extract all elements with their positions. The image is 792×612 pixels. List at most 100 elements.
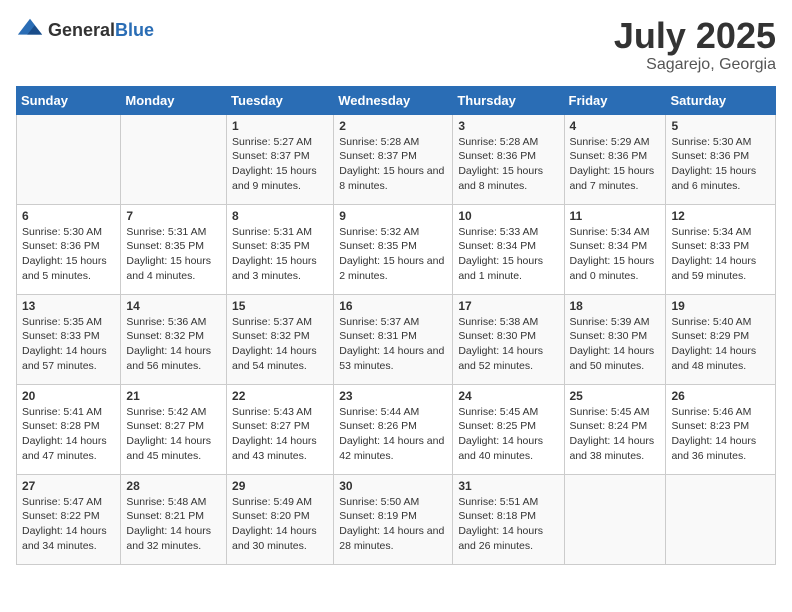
calendar-cell: 3 Sunrise: 5:28 AM Sunset: 8:36 PM Daylig… (453, 114, 564, 204)
day-number: 8 (232, 209, 328, 223)
day-info: Sunrise: 5:34 AM Sunset: 8:33 PM Dayligh… (671, 225, 770, 284)
day-number: 7 (126, 209, 221, 223)
day-number: 18 (570, 299, 661, 313)
header-day: Wednesday (334, 86, 453, 114)
calendar-cell: 16Sunrise: 5:37 AM Sunset: 8:31 PM Dayli… (334, 294, 453, 384)
logo-general: General (48, 20, 115, 40)
main-title: July 2025 (614, 16, 776, 56)
day-info: Sunrise: 5:36 AM Sunset: 8:32 PM Dayligh… (126, 315, 221, 374)
day-info: Sunrise: 5:46 AM Sunset: 8:23 PM Dayligh… (671, 405, 770, 464)
calendar-cell: 30 Sunrise: 5:50 AM Sunset: 8:19 PM Dayli… (334, 474, 453, 564)
day-info: Sunrise: 5:44 AM Sunset: 8:26 PM Dayligh… (339, 405, 447, 464)
day-info: Sunrise: 5:47 AM Sunset: 8:22 PM Dayligh… (22, 495, 115, 554)
logo-blue: Blue (115, 20, 154, 40)
day-info: Sunrise: 5:30 AM Sunset: 8:36 PM Dayligh… (22, 225, 115, 284)
header-day: Monday (121, 86, 227, 114)
calendar-cell: 21Sunrise: 5:42 AM Sunset: 8:27 PM Dayli… (121, 384, 227, 474)
sub-title: Sagarejo, Georgia (614, 56, 776, 74)
day-number: 19 (671, 299, 770, 313)
calendar-cell: 6 Sunrise: 5:30 AM Sunset: 8:36 PM Daylig… (17, 204, 121, 294)
calendar-cell: 31 Sunrise: 5:51 AM Sunset: 8:18 PM Dayli… (453, 474, 564, 564)
calendar-cell: 26Sunrise: 5:46 AM Sunset: 8:23 PM Dayli… (666, 384, 776, 474)
calendar-table: SundayMondayTuesdayWednesdayThursdayFrid… (16, 86, 776, 565)
header-day: Tuesday (227, 86, 334, 114)
day-number: 11 (570, 209, 661, 223)
day-number: 23 (339, 389, 447, 403)
header-day: Friday (564, 86, 666, 114)
day-info: Sunrise: 5:45 AM Sunset: 8:25 PM Dayligh… (458, 405, 558, 464)
day-info: Sunrise: 5:48 AM Sunset: 8:21 PM Dayligh… (126, 495, 221, 554)
day-info: Sunrise: 5:28 AM Sunset: 8:36 PM Dayligh… (458, 135, 558, 194)
calendar-cell: 14 Sunrise: 5:36 AM Sunset: 8:32 PM Dayli… (121, 294, 227, 384)
calendar-cell (666, 474, 776, 564)
day-info: Sunrise: 5:32 AM Sunset: 8:35 PM Dayligh… (339, 225, 447, 284)
day-info: Sunrise: 5:29 AM Sunset: 8:36 PM Dayligh… (570, 135, 661, 194)
calendar-week-row: 27 Sunrise: 5:47 AM Sunset: 8:22 PM Dayli… (17, 474, 776, 564)
calendar-cell: 7 Sunrise: 5:31 AM Sunset: 8:35 PM Daylig… (121, 204, 227, 294)
day-info: Sunrise: 5:33 AM Sunset: 8:34 PM Dayligh… (458, 225, 558, 284)
calendar-cell: 24 Sunrise: 5:45 AM Sunset: 8:25 PM Dayli… (453, 384, 564, 474)
day-number: 3 (458, 119, 558, 133)
day-info: Sunrise: 5:45 AM Sunset: 8:24 PM Dayligh… (570, 405, 661, 464)
calendar-cell: 13 Sunrise: 5:35 AM Sunset: 8:33 PM Dayli… (17, 294, 121, 384)
day-number: 29 (232, 479, 328, 493)
day-number: 30 (339, 479, 447, 493)
day-number: 31 (458, 479, 558, 493)
day-number: 9 (339, 209, 447, 223)
day-info: Sunrise: 5:37 AM Sunset: 8:32 PM Dayligh… (232, 315, 328, 374)
day-number: 28 (126, 479, 221, 493)
day-number: 27 (22, 479, 115, 493)
calendar-cell: 15 Sunrise: 5:37 AM Sunset: 8:32 PM Dayli… (227, 294, 334, 384)
day-number: 2 (339, 119, 447, 133)
day-number: 24 (458, 389, 558, 403)
calendar-week-row: 13 Sunrise: 5:35 AM Sunset: 8:33 PM Dayli… (17, 294, 776, 384)
day-number: 22 (232, 389, 328, 403)
day-info: Sunrise: 5:31 AM Sunset: 8:35 PM Dayligh… (232, 225, 328, 284)
day-info: Sunrise: 5:49 AM Sunset: 8:20 PM Dayligh… (232, 495, 328, 554)
day-info: Sunrise: 5:38 AM Sunset: 8:30 PM Dayligh… (458, 315, 558, 374)
logo: GeneralBlue (16, 16, 154, 44)
calendar-cell: 28 Sunrise: 5:48 AM Sunset: 8:21 PM Dayli… (121, 474, 227, 564)
calendar-cell: 22Sunrise: 5:43 AM Sunset: 8:27 PM Dayli… (227, 384, 334, 474)
calendar-cell: 19 Sunrise: 5:40 AM Sunset: 8:29 PM Dayli… (666, 294, 776, 384)
calendar-cell: 5Sunrise: 5:30 AM Sunset: 8:36 PM Daylig… (666, 114, 776, 204)
calendar-cell: 9 Sunrise: 5:32 AM Sunset: 8:35 PM Daylig… (334, 204, 453, 294)
calendar-cell: 18Sunrise: 5:39 AM Sunset: 8:30 PM Dayli… (564, 294, 666, 384)
day-info: Sunrise: 5:31 AM Sunset: 8:35 PM Dayligh… (126, 225, 221, 284)
day-number: 14 (126, 299, 221, 313)
day-info: Sunrise: 5:40 AM Sunset: 8:29 PM Dayligh… (671, 315, 770, 374)
day-number: 10 (458, 209, 558, 223)
day-number: 6 (22, 209, 115, 223)
calendar-cell: 1 Sunrise: 5:27 AM Sunset: 8:37 PM Daylig… (227, 114, 334, 204)
calendar-cell (564, 474, 666, 564)
header-day: Saturday (666, 86, 776, 114)
calendar-cell: 11Sunrise: 5:34 AM Sunset: 8:34 PM Dayli… (564, 204, 666, 294)
day-info: Sunrise: 5:30 AM Sunset: 8:36 PM Dayligh… (671, 135, 770, 194)
day-number: 12 (671, 209, 770, 223)
day-number: 15 (232, 299, 328, 313)
calendar-cell: 4Sunrise: 5:29 AM Sunset: 8:36 PM Daylig… (564, 114, 666, 204)
day-info: Sunrise: 5:51 AM Sunset: 8:18 PM Dayligh… (458, 495, 558, 554)
calendar-cell: 23 Sunrise: 5:44 AM Sunset: 8:26 PM Dayli… (334, 384, 453, 474)
day-number: 21 (126, 389, 221, 403)
calendar-week-row: 20Sunrise: 5:41 AM Sunset: 8:28 PM Dayli… (17, 384, 776, 474)
logo-icon (16, 16, 44, 44)
day-info: Sunrise: 5:41 AM Sunset: 8:28 PM Dayligh… (22, 405, 115, 464)
calendar-week-row: 1 Sunrise: 5:27 AM Sunset: 8:37 PM Daylig… (17, 114, 776, 204)
day-number: 13 (22, 299, 115, 313)
calendar-cell (121, 114, 227, 204)
header-day: Thursday (453, 86, 564, 114)
header: GeneralBlue July 2025 Sagarejo, Georgia (16, 16, 776, 74)
calendar-cell: 27 Sunrise: 5:47 AM Sunset: 8:22 PM Dayli… (17, 474, 121, 564)
calendar-cell: 8 Sunrise: 5:31 AM Sunset: 8:35 PM Daylig… (227, 204, 334, 294)
calendar-cell: 20Sunrise: 5:41 AM Sunset: 8:28 PM Dayli… (17, 384, 121, 474)
day-number: 25 (570, 389, 661, 403)
day-info: Sunrise: 5:50 AM Sunset: 8:19 PM Dayligh… (339, 495, 447, 554)
day-info: Sunrise: 5:35 AM Sunset: 8:33 PM Dayligh… (22, 315, 115, 374)
calendar-cell: 29 Sunrise: 5:49 AM Sunset: 8:20 PM Dayli… (227, 474, 334, 564)
day-number: 1 (232, 119, 328, 133)
header-row: SundayMondayTuesdayWednesdayThursdayFrid… (17, 86, 776, 114)
calendar-cell: 10 Sunrise: 5:33 AM Sunset: 8:34 PM Dayli… (453, 204, 564, 294)
day-info: Sunrise: 5:27 AM Sunset: 8:37 PM Dayligh… (232, 135, 328, 194)
calendar-week-row: 6 Sunrise: 5:30 AM Sunset: 8:36 PM Daylig… (17, 204, 776, 294)
